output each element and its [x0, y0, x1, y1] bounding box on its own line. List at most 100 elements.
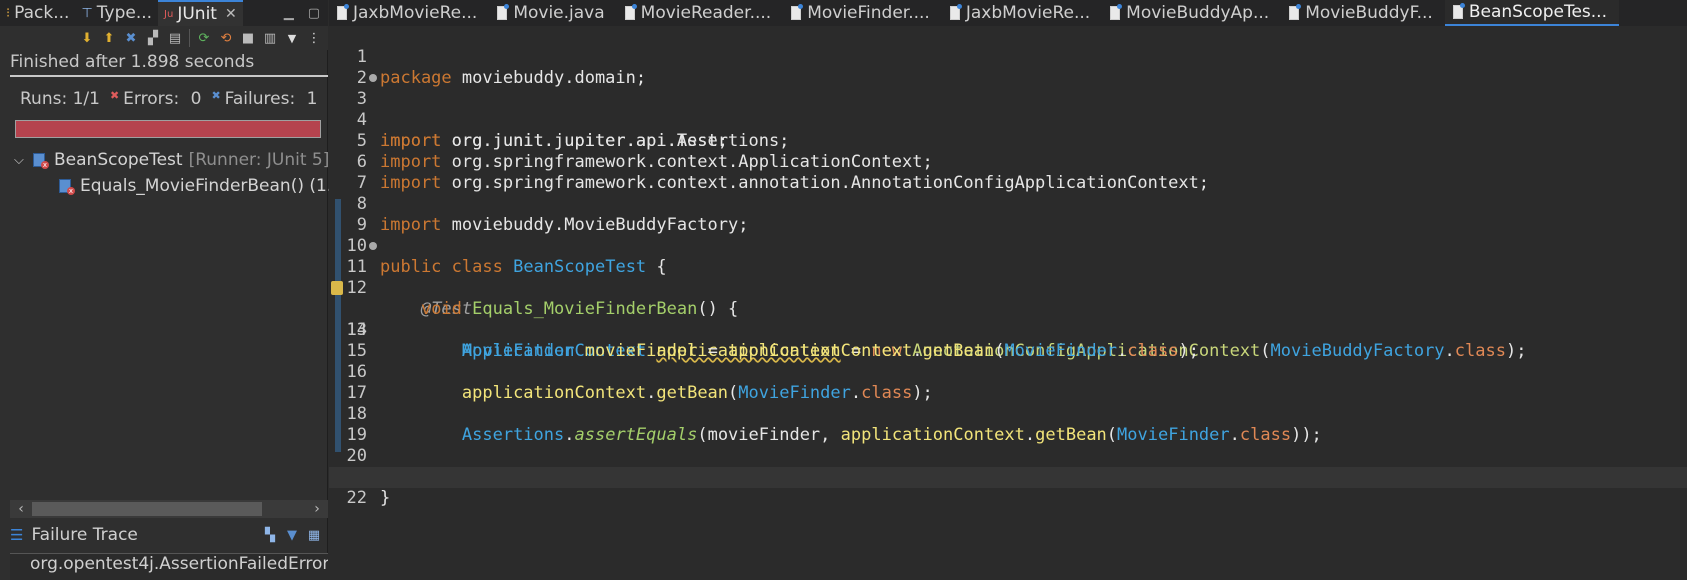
test-run-history-icon[interactable]: ▥	[262, 30, 278, 46]
chevron-down-icon[interactable]: ⌵	[14, 153, 26, 168]
runs-counter: Runs: 1/1	[20, 89, 100, 109]
code-line: 4 import org.junit.jupiter.api.Test;	[356, 110, 728, 151]
minimize-icon[interactable]: ▁	[284, 6, 294, 21]
java-file-icon	[497, 4, 510, 20]
code-line: 15	[346, 341, 367, 361]
failure-icon: ✖	[211, 89, 221, 102]
show-skipped-icon[interactable]: ▞	[145, 30, 161, 46]
junit-view-panel: ⁝ Pack... ⊤ Type... Ju JUnit ✕ ▁ ▢ ⬇ ⬆ ✖…	[0, 0, 343, 580]
code-line: 17	[346, 383, 367, 403]
code-line: 20 }	[346, 446, 432, 487]
fold-toggle-icon[interactable]	[369, 74, 377, 82]
editor-tab-jaxbmoviereader-2[interactable]: JaxbMovieRe...	[942, 0, 1102, 26]
code-line: 7	[356, 173, 367, 193]
code-text-area[interactable]: 1 package moviebuddy.domain; 2 3 import …	[329, 26, 1687, 580]
failures-counter: ✖ Failures: 1	[211, 89, 318, 109]
tab-package-explorer[interactable]: ⁝ Pack...	[0, 0, 75, 26]
editor-tab-moviereader[interactable]: MovieReader....	[617, 0, 784, 26]
errors-counter: ✖ Errors: 0	[109, 89, 202, 109]
code-line: 21 }	[329, 446, 1687, 508]
compare-result-icon[interactable]: ▚	[262, 527, 278, 543]
toolbar-separator	[189, 29, 190, 47]
view-tab-bar: ⁝ Pack... ⊤ Type... Ju JUnit ✕ ▁ ▢	[0, 0, 328, 26]
trace-line[interactable]: org.opentest4j.AssertionFailedError: e	[10, 554, 328, 574]
code-line: 12 void Equals_MovieFinderBean() {	[346, 278, 739, 319]
fold-toggle-icon[interactable]	[369, 242, 377, 250]
error-icon: ✖	[109, 89, 120, 102]
tab-label: Pack...	[14, 3, 70, 23]
code-line: 8 import moviebuddy.MovieBuddyFactory;	[356, 194, 749, 235]
history-dropdown-icon[interactable]: ▼	[284, 30, 300, 46]
java-file-icon	[1289, 4, 1302, 20]
code-line: 6 import org.springframework.context.ann…	[356, 152, 1210, 193]
code-line: 18 Assertions.assertEquals(movieFinder, …	[346, 404, 1322, 445]
java-file-icon	[791, 4, 804, 20]
code-line: 14 MovieFinder movieFinder = application…	[346, 320, 1199, 361]
test-counters: Runs: 1/1 ✖ Errors: 0 ✖ Failures: 1	[20, 89, 317, 109]
failure-trace-content: org.opentest4j.AssertionFailedError: e	[10, 553, 328, 580]
show-failures-only-icon[interactable]: ✖	[123, 30, 139, 46]
test-failed-icon: x	[58, 178, 75, 195]
previous-failure-icon[interactable]: ⬆	[101, 30, 117, 46]
run-status-text: Finished after 1.898 seconds	[10, 52, 255, 72]
failure-trace-icon: ☰	[10, 526, 24, 544]
tree-item-suite[interactable]: ⌵ x BeanScopeTest [Runner: JUnit 5]	[14, 150, 329, 170]
java-file-icon	[949, 4, 962, 20]
maximize-icon[interactable]: ▢	[308, 6, 320, 21]
suite-runner: [Runner: JUnit 5]	[188, 150, 330, 170]
code-line: 11 @Test	[329, 236, 1687, 319]
view-menu-icon[interactable]: ⋮	[306, 30, 322, 46]
tab-junit[interactable]: Ju JUnit ✕	[158, 0, 243, 26]
code-editor: JaxbMovieRe... Movie.java MovieReader...…	[329, 0, 1687, 580]
test-result-tree: ⌵ x BeanScopeTest [Runner: JUnit 5] x Eq…	[10, 150, 343, 490]
type-hierarchy-icon: ⊤	[81, 5, 93, 21]
editor-tab-beanscopetest[interactable]: BeanScopeTes...	[1444, 0, 1619, 26]
java-file-icon	[1110, 4, 1123, 20]
scroll-left-icon[interactable]: ‹	[10, 501, 32, 517]
editor-tab-moviebuddyapp[interactable]: MovieBuddyAp...	[1102, 0, 1281, 26]
code-line: 9	[356, 215, 367, 235]
editor-tab-bar: JaxbMovieRe... Movie.java MovieReader...…	[329, 0, 1687, 26]
tab-label: Type...	[96, 3, 153, 23]
rerun-test-icon[interactable]: ⟳	[196, 30, 212, 46]
tree-horizontal-scrollbar[interactable]: ‹ ›	[10, 500, 328, 518]
junit-icon: Ju	[164, 8, 174, 20]
code-line: 1 package moviebuddy.domain;	[356, 47, 647, 88]
code-line: 10 public class BeanScopeTest {	[346, 236, 667, 277]
code-line: 19	[346, 425, 367, 445]
test-name: Equals_MovieFinderBean() (1.2	[80, 176, 344, 196]
tree-item-test[interactable]: x Equals_MovieFinderBean() (1.2	[58, 176, 343, 196]
editor-tab-moviebuddyfactory[interactable]: MovieBuddyF...	[1281, 0, 1445, 26]
failure-trace-header: ☰ Failure Trace ▚ ▼ ▦	[10, 522, 328, 548]
code-line: 16 applicationContext.getBean(MovieFinde…	[346, 362, 933, 403]
next-failure-icon[interactable]: ⬇	[79, 30, 95, 46]
java-file-icon	[1452, 3, 1465, 19]
editor-tab-jaxbmoviereader[interactable]: JaxbMovieRe...	[329, 0, 489, 26]
tab-type-hierarchy[interactable]: ⊤ Type...	[75, 0, 158, 26]
junit-toolbar: ⬇ ⬆ ✖ ▞ ▤ ⟳ ⟲ ■ ▥ ▼ ⋮	[0, 26, 328, 50]
java-file-icon	[337, 4, 349, 20]
scrollbar-thumb[interactable]	[32, 502, 262, 516]
filter-stack-icon[interactable]: ▼	[284, 527, 300, 543]
close-icon[interactable]: ✕	[225, 6, 237, 22]
failure-trace-title: Failure Trace	[31, 525, 138, 545]
code-line: 2	[356, 68, 367, 88]
stop-icon[interactable]: ■	[240, 30, 256, 46]
scroll-lock-icon[interactable]: ▤	[167, 30, 183, 46]
scroll-right-icon[interactable]: ›	[306, 501, 328, 517]
code-line: 3 import org.junit.jupiter.api.Assertion…	[329, 68, 1687, 151]
copy-trace-icon[interactable]: ▦	[306, 527, 322, 543]
warning-icon[interactable]	[331, 281, 343, 295]
editor-tab-moviefinder[interactable]: MovieFinder....	[783, 0, 942, 26]
code-line: 5 import org.springframework.context.App…	[356, 131, 933, 172]
test-suite-failed-icon: x	[32, 152, 49, 169]
editor-tab-movie[interactable]: Movie.java	[489, 0, 616, 26]
rerun-failed-first-icon[interactable]: ⟲	[218, 30, 234, 46]
code-line-current: 22	[329, 467, 1687, 508]
status-divider	[10, 75, 328, 77]
view-controls: ▁ ▢	[284, 0, 328, 26]
java-file-icon	[624, 4, 637, 20]
test-progress-bar	[15, 120, 321, 138]
failure-trace-actions: ▚ ▼ ▦	[262, 527, 328, 543]
tab-label: JUnit	[177, 4, 217, 24]
